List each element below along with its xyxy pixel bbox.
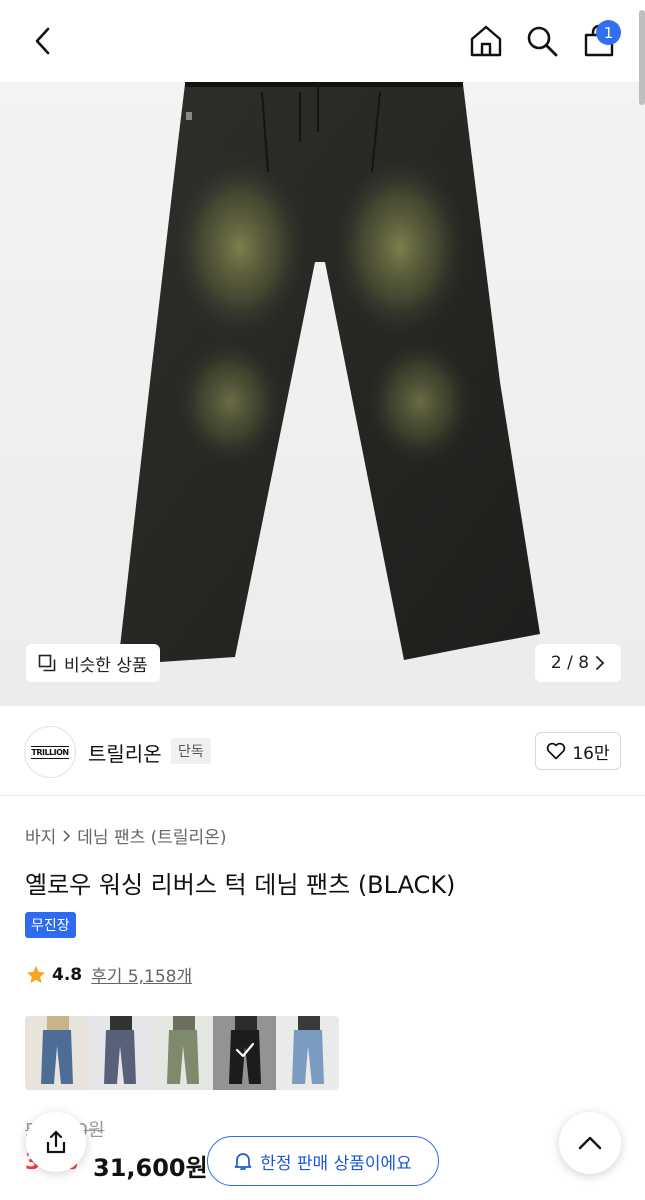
breadcrumb-item[interactable]: 데님 팬츠 (트릴리온) [77,823,226,848]
home-button[interactable] [467,22,505,60]
share-icon [46,1130,66,1154]
home-icon [470,25,502,57]
sale-price: 31,600원 [93,1154,208,1182]
back-button[interactable] [24,22,62,60]
product-title: 옐로우 워싱 리버스 턱 데님 팬츠 (BLACK) [25,871,456,899]
share-button[interactable] [26,1112,86,1172]
color-option-light-blue[interactable] [276,1016,339,1090]
similar-icon [38,654,56,672]
search-icon [527,26,558,57]
brand-logo[interactable]: TRILLION [24,726,76,778]
similar-products-label: 비슷한 상품 [64,655,148,676]
scroll-top-button[interactable] [559,1112,621,1174]
color-thumbnail [87,1016,151,1090]
bell-icon [234,1153,252,1170]
chevron-right-icon [596,656,605,670]
like-button[interactable]: 16만 [535,732,621,770]
rating: 4.8 후기 5,158개 [25,962,192,987]
color-option-blue[interactable] [25,1016,88,1090]
heart-icon [547,742,566,760]
limited-sale-button[interactable]: 한정 판매 상품이에요 [207,1136,439,1186]
color-thumbnail [150,1016,214,1090]
chevron-up-icon [578,1136,602,1150]
color-thumbnail [276,1016,339,1090]
store-label-badge: 무진장 [25,912,76,938]
page-scrollbar[interactable] [639,10,645,105]
product-image-gallery[interactable]: 비슷한 상품 2 / 8 [0,82,645,706]
breadcrumb: 바지 데님 팬츠 (트릴리온) [25,823,226,848]
exclusive-badge: 단독 [171,738,211,764]
limited-sale-label: 한정 판매 상품이에요 [260,1153,412,1174]
chevron-right-icon [63,829,71,842]
color-option-dark-blue[interactable] [87,1016,151,1090]
breadcrumb-item[interactable]: 바지 [25,823,56,848]
brand-name[interactable]: 트릴리온 [88,738,162,767]
star-icon [26,965,46,983]
cart-count-badge: 1 [596,20,621,45]
product-image [120,82,540,662]
similar-products-button[interactable]: 비슷한 상품 [26,644,160,682]
color-option-green-wash[interactable] [150,1016,214,1090]
brand-logo-text: TRILLION [31,745,69,759]
chevron-left-icon [35,27,50,55]
color-options [25,1016,339,1090]
image-counter-text: 2 / 8 [550,653,590,673]
color-thumbnail [25,1016,88,1090]
top-bar: 1 [0,0,645,82]
like-count: 16만 [572,743,610,764]
brand-section: TRILLION 트릴리온 단독 16만 [0,706,645,796]
color-option-black[interactable] [213,1016,277,1090]
check-icon [236,1042,255,1058]
reviews-link[interactable]: 후기 5,158개 [91,962,192,987]
rating-score: 4.8 [52,964,83,985]
search-button[interactable] [523,22,561,60]
image-counter[interactable]: 2 / 8 [535,644,621,682]
